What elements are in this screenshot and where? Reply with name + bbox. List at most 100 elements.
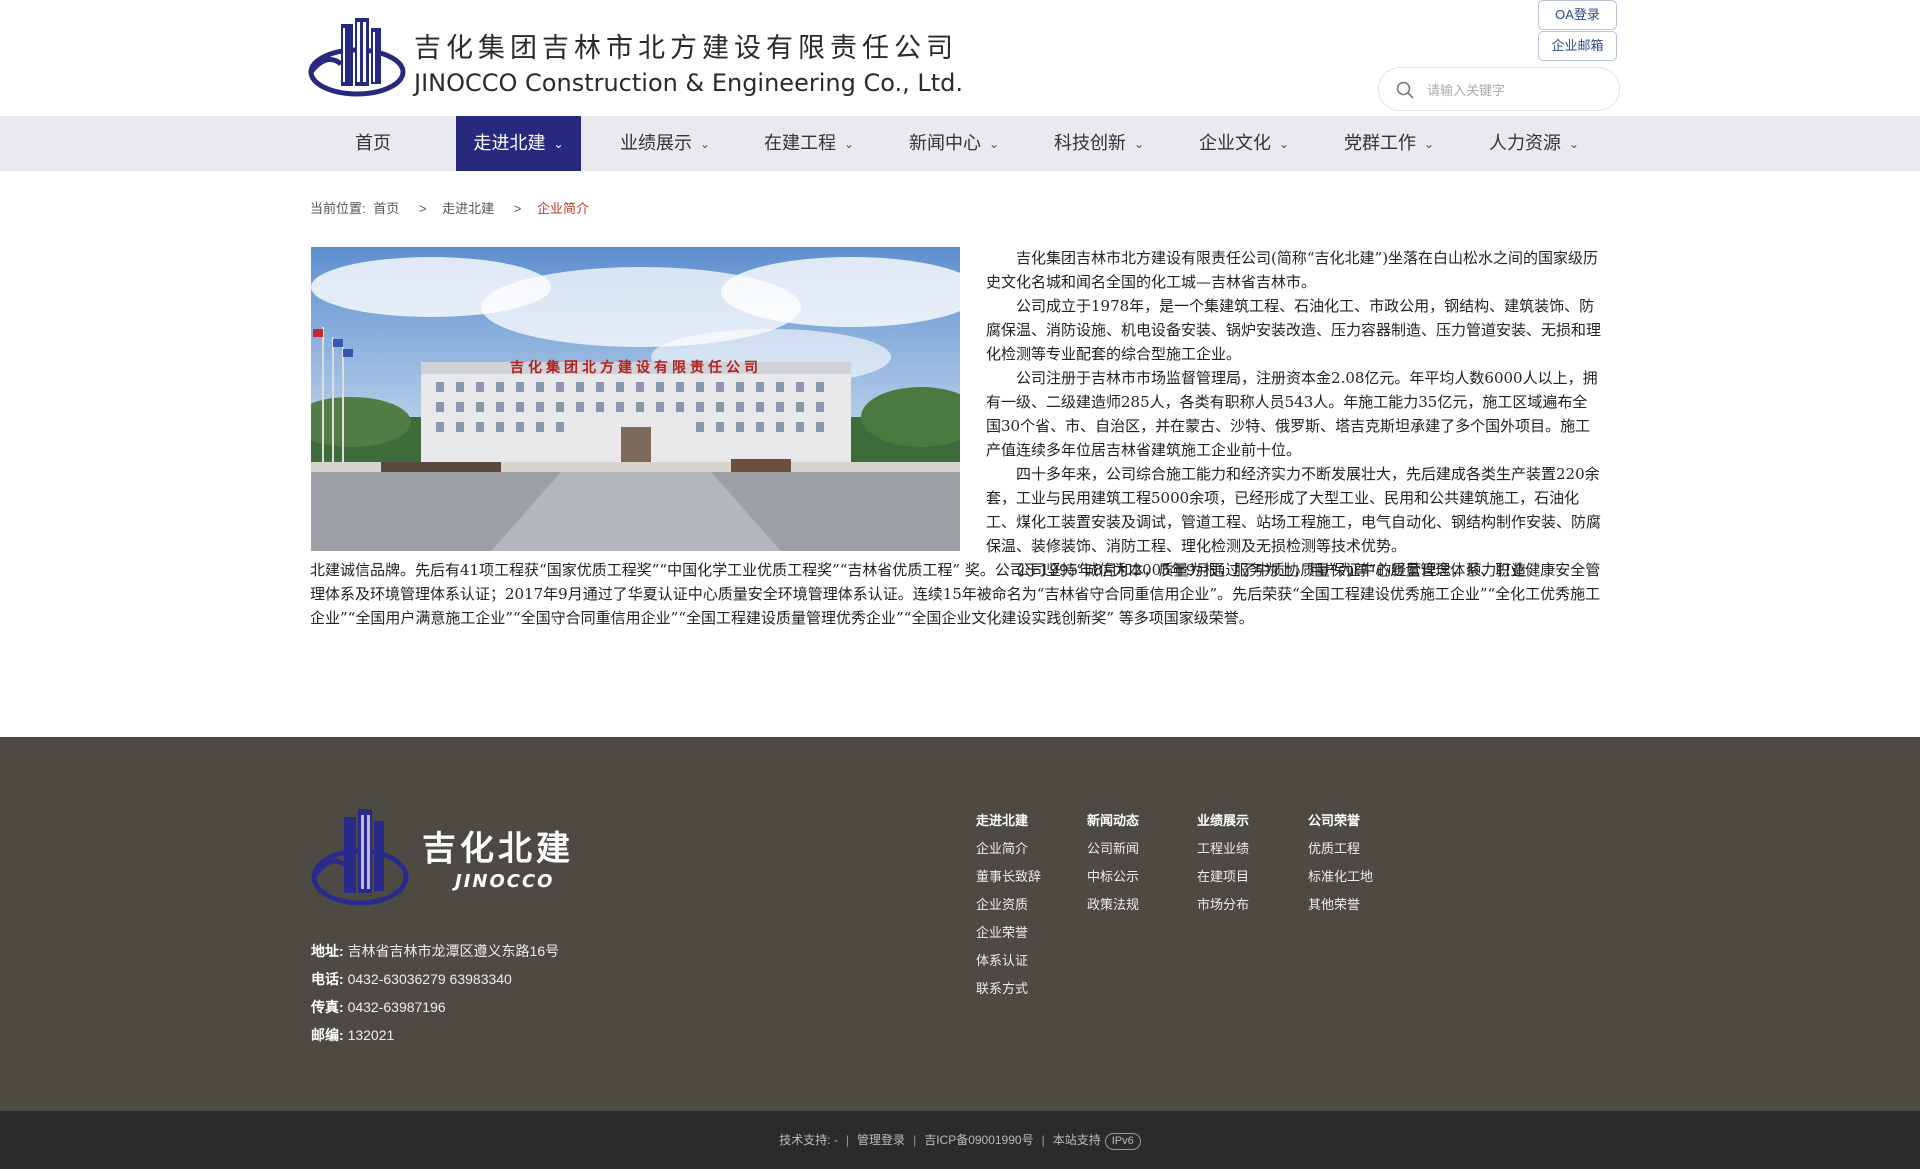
company-logo-icon	[308, 18, 406, 97]
icp-link[interactable]: 吉ICP备09001990号	[924, 1133, 1033, 1147]
nav-item-news[interactable]: 新闻中心 ⌄	[909, 116, 999, 171]
site-logo[interactable]: 吉化集团吉林市北方建设有限责任公司 JINOCCO Construction &…	[307, 12, 963, 100]
footer-column-heading[interactable]: 走进北建	[976, 807, 1041, 835]
footer-link[interactable]: 企业简介	[976, 835, 1041, 863]
nav-item-culture[interactable]: 企业文化 ⌄	[1199, 116, 1289, 171]
contact-label: 邮编:	[311, 1027, 344, 1043]
contact-label: 传真:	[311, 999, 344, 1015]
tech-support-text: 技术支持: -	[779, 1133, 838, 1147]
company-building-photo: 吉化集团北方建设有限责任公司	[311, 247, 960, 551]
chevron-down-icon: ⌄	[553, 137, 564, 151]
contact-postcode: 邮编: 132021	[311, 1021, 559, 1049]
footer-link[interactable]: 企业资质	[976, 891, 1041, 919]
footer-link[interactable]: 体系认证	[976, 947, 1041, 975]
company-logo-icon	[311, 809, 409, 906]
breadcrumb-section[interactable]: 走进北建	[442, 201, 494, 216]
nav-item-hr[interactable]: 人力资源 ⌄	[1489, 116, 1579, 171]
contact-phone: 电话: 0432-63036279 63983340	[311, 965, 559, 993]
search-icon[interactable]	[1395, 80, 1415, 100]
chevron-down-icon: ⌄	[989, 137, 1000, 151]
footer-link[interactable]: 市场分布	[1197, 891, 1249, 919]
search-box	[1378, 67, 1620, 111]
copyright-bar: 技术支持: - | 管理登录 | 吉ICP备09001990号 | 本站支持 IPv6	[0, 1111, 1920, 1169]
footer-column-performance: 业绩展示 工程业绩 在建项目 市场分布	[1197, 807, 1249, 919]
breadcrumb-prefix: 当前位置:	[310, 201, 366, 216]
site-support-text: 本站支持	[1052, 1133, 1101, 1147]
chevron-down-icon: ⌄	[1569, 137, 1580, 151]
footer-contact: 地址: 吉林省吉林市龙潭区遵义东路16号 电话: 0432-63036279 6…	[311, 937, 559, 1049]
intro-paragraph: 公司注册于吉林市市场监督管理局，注册资本金2.08亿元。年平均人数6000人以上…	[986, 369, 1598, 459]
ipv6-badge: IPv6	[1104, 1133, 1141, 1150]
search-input[interactable]	[1427, 78, 1607, 102]
chevron-down-icon: ⌄	[844, 137, 855, 151]
chevron-down-icon: ⌄	[1424, 137, 1435, 151]
footer-link[interactable]: 联系方式	[976, 975, 1041, 1003]
admin-login-link[interactable]: 管理登录	[857, 1133, 905, 1147]
contact-address: 地址: 吉林省吉林市龙潭区遵义东路16号	[311, 937, 559, 965]
chevron-down-icon: ⌄	[1134, 137, 1145, 151]
contact-value: 吉林省吉林市龙潭区遵义东路16号	[347, 943, 560, 959]
building-photo-image: 吉化集团北方建设有限责任公司	[311, 247, 960, 551]
nav-item-party[interactable]: 党群工作 ⌄	[1344, 116, 1434, 171]
nav-item-label: 企业文化	[1199, 133, 1271, 153]
nav-item-label: 科技创新	[1054, 133, 1126, 153]
intro-paragraph: 四十多年来，公司综合施工能力和经济实力不断发展壮大，先后建成各类生产装置220余…	[986, 465, 1602, 555]
nav-item-performance[interactable]: 业绩展示 ⌄	[620, 116, 710, 171]
nav-item-label: 业绩展示	[620, 133, 692, 153]
contact-label: 地址:	[311, 943, 344, 959]
main-nav: 首页 走进北建 ⌄ 业绩展示 ⌄ 在建工程 ⌄ 新闻中心 ⌄ 科技创新 ⌄ 企业文化 ⌄ 党…	[0, 116, 1920, 171]
nav-item-innovation[interactable]: 科技创新 ⌄	[1054, 116, 1144, 171]
footer-link[interactable]: 公司新闻	[1087, 835, 1139, 863]
footer-column-about: 走进北建 企业简介 董事长致辞 企业资质 企业荣誉 体系认证 联系方式	[976, 807, 1041, 1003]
footer-column-heading[interactable]: 业绩展示	[1197, 807, 1249, 835]
chevron-down-icon: ⌄	[1279, 137, 1290, 151]
company-name-en: JINOCCO Construction & Engineering Co., …	[414, 69, 963, 97]
intro-paragraph: 北建诚信品牌。先后有41项工程获“国家优质工程奖”“中国化学工业优质工程奖”“吉…	[310, 561, 1601, 627]
footer-link[interactable]: 其他荣誉	[1308, 891, 1373, 919]
breadcrumb-current: 企业简介	[536, 201, 589, 216]
contact-label: 电话:	[311, 971, 344, 987]
footer-link[interactable]: 董事长致辞	[976, 863, 1041, 891]
nav-item-label: 党群工作	[1344, 133, 1416, 153]
nav-item-label: 新闻中心	[909, 133, 981, 153]
contact-fax: 传真: 0432-63987196	[311, 993, 559, 1021]
footer-link[interactable]: 政策法规	[1087, 891, 1139, 919]
footer-column-news: 新闻动态 公司新闻 中标公示 政策法规	[1087, 807, 1139, 919]
footer-link[interactable]: 中标公示	[1087, 863, 1139, 891]
footer-brand-cn: 吉化北建	[422, 829, 574, 869]
breadcrumb-separator: >	[418, 201, 427, 216]
footer-link[interactable]: 优质工程	[1308, 835, 1373, 863]
nav-item-projects[interactable]: 在建工程 ⌄	[764, 116, 854, 171]
copyright-line: 技术支持: - | 管理登录 | 吉ICP备09001990号 | 本站支持 IPv6	[0, 1131, 1920, 1150]
footer-column-heading[interactable]: 新闻动态	[1087, 807, 1139, 835]
nav-item-label: 人力资源	[1489, 133, 1561, 153]
site-footer: 吉化北建 JINOCCO 地址: 吉林省吉林市龙潭区遵义东路16号 电话: 04…	[0, 737, 1920, 1111]
oa-login-button[interactable]: OA登录	[1538, 0, 1617, 30]
company-intro-full: 北建诚信品牌。先后有41项工程获“国家优质工程奖”“中国化学工业优质工程奖”“吉…	[310, 558, 1602, 630]
company-intro-column: 吉化集团吉林市北方建设有限责任公司(简称“吉化北建”)坐落在白山松水之间的国家级…	[986, 246, 1602, 582]
footer-column-heading[interactable]: 公司荣誉	[1308, 807, 1373, 835]
company-name-cn: 吉化集团吉林市北方建设有限责任公司	[414, 33, 958, 64]
nav-item-label: 走进北建	[473, 133, 546, 153]
chevron-down-icon: ⌄	[700, 137, 711, 151]
breadcrumb: 当前位置: 首页 > 走进北建 > 企业简介	[310, 198, 593, 217]
site-header: 吉化集团吉林市北方建设有限责任公司 JINOCCO Construction &…	[0, 0, 1920, 116]
building-sign: 吉化集团北方建设有限责任公司	[510, 359, 762, 376]
nav-item-label: 在建工程	[764, 133, 836, 153]
footer-link[interactable]: 企业荣誉	[976, 919, 1041, 947]
footer-column-honors: 公司荣誉 优质工程 标准化工地 其他荣誉	[1308, 807, 1373, 919]
nav-item-label: 首页	[355, 133, 391, 153]
intro-paragraph: 吉化集团吉林市北方建设有限责任公司(简称“吉化北建”)坐落在白山松水之间的国家级…	[986, 249, 1599, 291]
corporate-mail-button[interactable]: 企业邮箱	[1538, 31, 1617, 61]
contact-value: 0432-63987196	[347, 999, 446, 1015]
nav-item-home[interactable]: 首页	[355, 116, 391, 171]
footer-link[interactable]: 标准化工地	[1308, 863, 1373, 891]
footer-link[interactable]: 在建项目	[1197, 863, 1249, 891]
nav-item-about[interactable]: 走进北建 ⌄	[456, 116, 581, 171]
footer-link[interactable]: 工程业绩	[1197, 835, 1249, 863]
footer-brand-en: JINOCCO	[455, 871, 555, 892]
breadcrumb-home[interactable]: 首页	[373, 201, 399, 216]
footer-logo[interactable]: 吉化北建 JINOCCO	[310, 803, 580, 913]
breadcrumb-separator: >	[513, 201, 522, 216]
intro-paragraph: 公司成立于1978年，是一个集建筑工程、石油化工、市政公用，钢结构、建筑装饰、防…	[986, 297, 1602, 363]
